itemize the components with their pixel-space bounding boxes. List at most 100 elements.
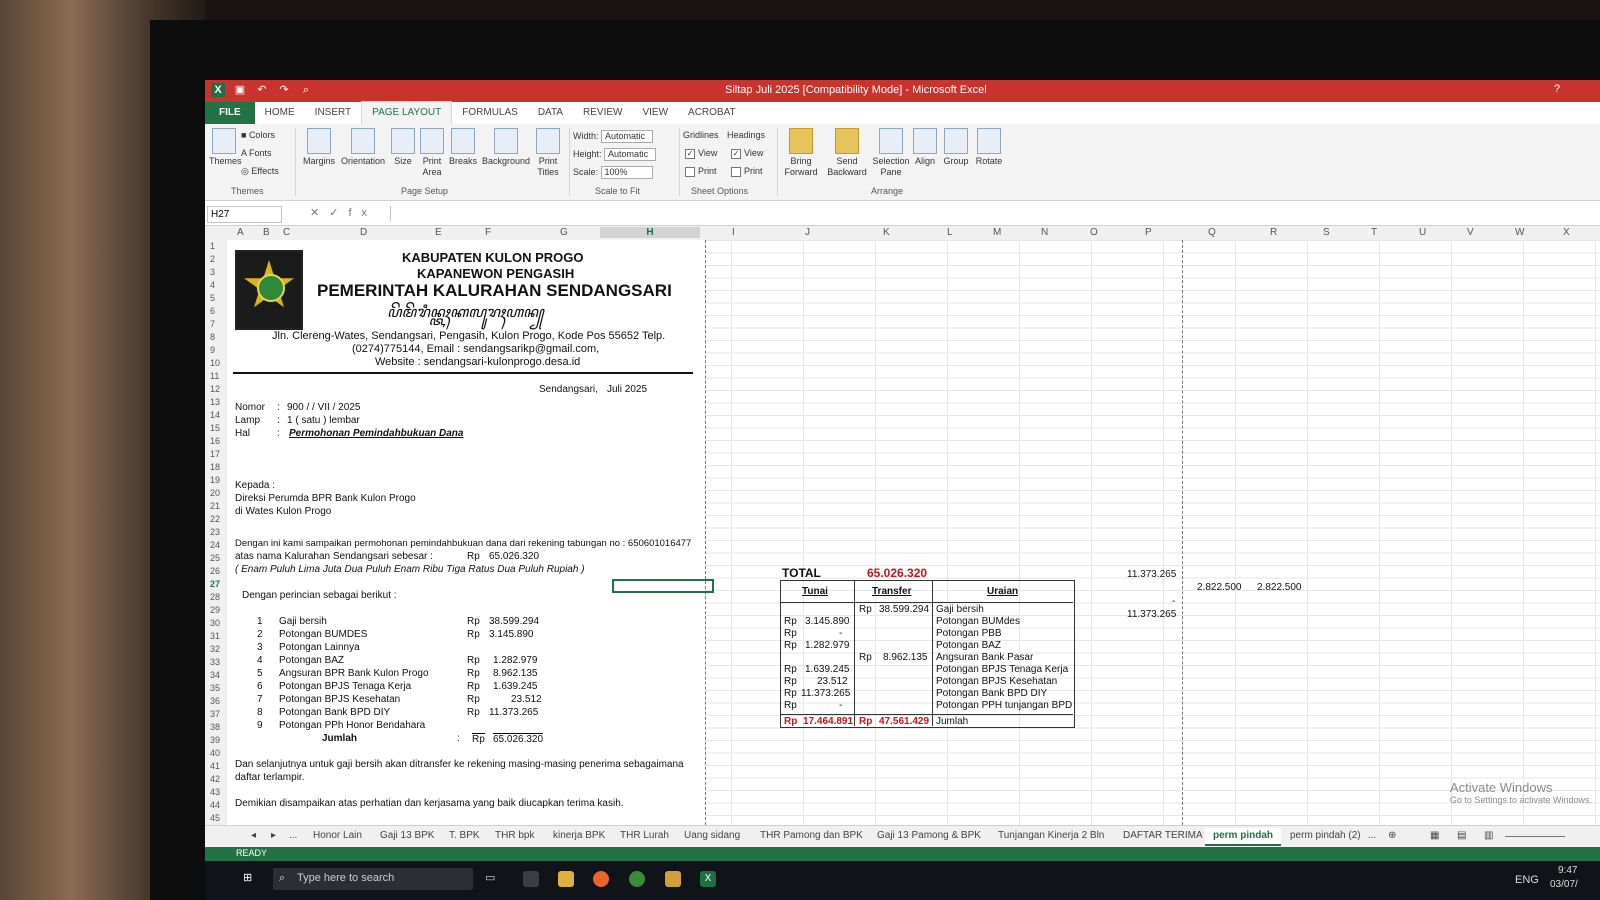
row-header[interactable]: 36: [210, 696, 220, 706]
column-header[interactable]: K: [883, 227, 890, 238]
row-header-selected[interactable]: 27: [210, 579, 220, 589]
row-header[interactable]: 19: [210, 475, 220, 485]
gridlines-view-checkbox[interactable]: ✓ View: [685, 148, 717, 159]
sheet-tab[interactable]: kinerja BPK: [553, 830, 605, 841]
column-header[interactable]: Q: [1208, 227, 1216, 238]
row-header[interactable]: 43: [210, 787, 220, 797]
sheet-tab-active[interactable]: perm pindah: [1205, 828, 1282, 846]
row-header[interactable]: 35: [210, 683, 220, 693]
tab-view[interactable]: VIEW: [632, 102, 678, 124]
sheet-tab[interactable]: THR bpk: [495, 830, 534, 841]
function-icon[interactable]: fx: [348, 207, 377, 219]
effects-button[interactable]: ◎ Effects: [241, 166, 279, 177]
add-sheet-icon[interactable]: ⊕: [1388, 830, 1396, 841]
column-header[interactable]: S: [1323, 227, 1330, 238]
row-header[interactable]: 24: [210, 540, 220, 550]
row-header[interactable]: 18: [210, 462, 220, 472]
tab-data[interactable]: DATA: [528, 102, 573, 124]
column-header[interactable]: R: [1270, 227, 1277, 238]
row-header[interactable]: 45: [210, 813, 220, 823]
row-header[interactable]: 40: [210, 748, 220, 758]
sheet-tab[interactable]: THR Lurah: [620, 830, 669, 841]
row-header[interactable]: 22: [210, 514, 220, 524]
column-header[interactable]: L: [947, 227, 953, 238]
fonts-button[interactable]: A Fonts: [241, 148, 272, 159]
row-header[interactable]: 15: [210, 423, 220, 433]
rotate-button[interactable]: Rotate: [973, 128, 1005, 167]
row-header[interactable]: 30: [210, 618, 220, 628]
column-header[interactable]: M: [993, 227, 1001, 238]
clock-time[interactable]: 9:47: [1558, 865, 1577, 876]
task-view-icon[interactable]: ▭: [485, 871, 501, 887]
column-header[interactable]: P: [1145, 227, 1152, 238]
row-header[interactable]: 38: [210, 722, 220, 732]
row-header[interactable]: 14: [210, 410, 220, 420]
height-control[interactable]: Height: Automatic: [573, 148, 657, 161]
language-indicator[interactable]: ENG: [1515, 874, 1539, 886]
row-header[interactable]: 8: [210, 332, 215, 342]
send-backward-button[interactable]: Send Backward: [825, 128, 869, 178]
row-header[interactable]: 1: [210, 241, 215, 251]
column-header[interactable]: X: [1563, 227, 1570, 238]
themes-button[interactable]: Themes: [209, 128, 242, 167]
row-header[interactable]: 9: [210, 345, 215, 355]
column-header[interactable]: W: [1515, 227, 1524, 238]
page-layout-view-icon[interactable]: ▤: [1457, 830, 1466, 841]
row-header[interactable]: 28: [210, 592, 220, 602]
row-header[interactable]: 25: [210, 553, 220, 563]
size-button[interactable]: Size: [389, 128, 417, 167]
row-header[interactable]: 33: [210, 657, 220, 667]
confirm-icon[interactable]: ✓: [329, 207, 348, 219]
clock-date[interactable]: 03/07/: [1550, 879, 1578, 890]
sheet-nav-prev-icon[interactable]: ◂: [251, 830, 256, 841]
column-header[interactable]: F: [485, 227, 491, 238]
row-header[interactable]: 13: [210, 397, 220, 407]
row-header[interactable]: 32: [210, 644, 220, 654]
column-header[interactable]: E: [435, 227, 442, 238]
column-header[interactable]: U: [1419, 227, 1426, 238]
width-control[interactable]: Width: Automatic: [573, 130, 654, 143]
sheet-tab[interactable]: Gaji 13 Pamong & BPK: [877, 830, 981, 841]
sheet-tab[interactable]: DAFTAR TERIMA: [1123, 830, 1203, 841]
column-header-selected[interactable]: H: [600, 227, 700, 238]
tab-file[interactable]: FILE: [205, 102, 255, 124]
print-area-button[interactable]: Print Area: [417, 128, 447, 178]
column-header[interactable]: A: [237, 227, 244, 238]
formula-input[interactable]: [390, 206, 1600, 221]
column-header[interactable]: J: [805, 227, 810, 238]
app-icon[interactable]: [665, 871, 681, 887]
orientation-button[interactable]: Orientation: [339, 128, 387, 167]
align-button[interactable]: Align: [911, 128, 939, 167]
row-header[interactable]: 20: [210, 488, 220, 498]
column-header[interactable]: N: [1041, 227, 1048, 238]
column-header[interactable]: C: [283, 227, 290, 238]
row-header[interactable]: 31: [210, 631, 220, 641]
row-header[interactable]: 42: [210, 774, 220, 784]
tab-home[interactable]: HOME: [255, 102, 305, 124]
sheet-tab[interactable]: THR Pamong dan BPK: [760, 830, 863, 841]
row-header[interactable]: 41: [210, 761, 220, 771]
name-box[interactable]: H27: [207, 206, 282, 223]
sheet-nav-next-icon[interactable]: ▸: [271, 830, 276, 841]
colors-button[interactable]: ■ Colors: [241, 130, 275, 141]
sheet-tab[interactable]: Honor Lain: [313, 830, 362, 841]
row-header[interactable]: 23: [210, 527, 220, 537]
row-header[interactable]: 7: [210, 319, 215, 329]
sheet-tab[interactable]: T. BPK: [449, 830, 480, 841]
row-header[interactable]: 29: [210, 605, 220, 615]
file-explorer-icon[interactable]: [558, 871, 574, 887]
chrome-icon[interactable]: [629, 871, 645, 887]
redo-icon[interactable]: ↷: [277, 83, 291, 97]
cancel-icon[interactable]: ✕: [310, 207, 329, 219]
tab-insert[interactable]: INSERT: [305, 102, 362, 124]
row-header[interactable]: 5: [210, 293, 215, 303]
print-preview-icon[interactable]: ⌕: [299, 83, 313, 97]
gridlines-print-checkbox[interactable]: Print: [685, 166, 717, 177]
normal-view-icon[interactable]: ▦: [1430, 830, 1439, 841]
row-header[interactable]: 12: [210, 384, 220, 394]
row-header[interactable]: 37: [210, 709, 220, 719]
row-header[interactable]: 11: [210, 371, 219, 381]
sheet-tab[interactable]: Gaji 13 BPK: [380, 830, 434, 841]
selected-cell-h27[interactable]: [612, 579, 714, 593]
sheet-tab[interactable]: Uang sidang: [684, 830, 740, 841]
